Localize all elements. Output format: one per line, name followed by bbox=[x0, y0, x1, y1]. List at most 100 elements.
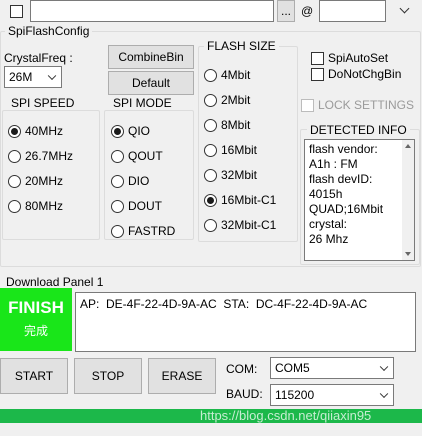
scroll-down-icon[interactable] bbox=[405, 252, 411, 256]
detected-info-textbox[interactable]: flash vendor: A1h : FM flash devID: 4015h QU… bbox=[304, 139, 415, 261]
flash-size-option-32mbit[interactable]: 32Mbit bbox=[204, 167, 257, 183]
spi-auto-set-label: SpiAutoSet bbox=[328, 51, 389, 65]
flash-size-radio[interactable] bbox=[204, 218, 217, 232]
erase-button[interactable]: ERASE bbox=[148, 358, 216, 394]
spi-mode-radio[interactable] bbox=[111, 149, 124, 163]
finish-status-text: FINISH bbox=[8, 298, 64, 317]
spi-mode-option-qout[interactable]: QOUT bbox=[111, 148, 163, 164]
chevron-down-icon bbox=[47, 71, 57, 81]
flash-size-option-label: 8Mbit bbox=[221, 118, 251, 132]
spi-speed-option-20mhz[interactable]: 20MHz bbox=[8, 173, 63, 189]
detected-info-title: DETECTED INFO bbox=[307, 123, 410, 137]
detected-info-line: 26 Mhz bbox=[309, 232, 349, 246]
detected-info-lines: flash vendor: A1h : FM flash devID: 4015h QU… bbox=[309, 142, 410, 247]
dropdown-arrow-icon[interactable] bbox=[396, 2, 414, 20]
flash-size-option-label: 16Mbit bbox=[221, 143, 258, 157]
spi-auto-set-checkbox-row[interactable]: SpiAutoSet bbox=[311, 50, 388, 66]
flash-size-option-16mbit[interactable]: 16Mbit bbox=[204, 142, 257, 158]
spi-mode-radio[interactable] bbox=[111, 224, 124, 238]
flash-size-option-16mbit-c1[interactable]: 16Mbit-C1 bbox=[204, 192, 276, 208]
mac-address-textbox[interactable]: AP: DE-4F-22-4D-9A-AC STA: DC-4F-22-4D-9… bbox=[75, 292, 416, 352]
chevron-down-icon bbox=[379, 389, 389, 399]
file-path-input[interactable] bbox=[30, 0, 274, 22]
spi-mode-option-dout[interactable]: DOUT bbox=[111, 198, 162, 214]
flash-size-option-label: 4Mbit bbox=[221, 68, 251, 82]
flash-size-option-label: 32Mbit-C1 bbox=[221, 218, 277, 232]
flash-size-option-label: 16Mbit-C1 bbox=[221, 193, 277, 207]
detected-info-line: 4015h bbox=[309, 187, 343, 201]
spi-speed-option-26-7mhz[interactable]: 26.7MHz bbox=[8, 148, 73, 164]
chevron-down-icon bbox=[379, 362, 389, 372]
finish-status-box: FINISH 完成 bbox=[0, 288, 72, 351]
spi-speed-option-80mhz[interactable]: 80MHz bbox=[8, 198, 63, 214]
flash-size-option-32mbit-c1[interactable]: 32Mbit-C1 bbox=[204, 217, 276, 233]
stop-button[interactable]: STOP bbox=[74, 358, 142, 394]
watermark-text: https://blog.csdn.net/qiiaxin95 bbox=[200, 408, 372, 423]
spi-mode-option-label: DIO bbox=[128, 174, 150, 188]
finish-status-sub: 完成 bbox=[23, 324, 48, 338]
lock-settings-checkbox-row: LOCK SETTINGS bbox=[301, 97, 414, 113]
detected-info-line: crystal: bbox=[309, 217, 348, 231]
lock-settings-label: LOCK SETTINGS bbox=[318, 98, 415, 112]
crystal-freq-select[interactable]: 26M bbox=[4, 66, 62, 88]
start-button[interactable]: START bbox=[0, 358, 68, 394]
flash-size-option-8mbit[interactable]: 8Mbit bbox=[204, 117, 250, 133]
spi-mode-option-fastrd[interactable]: FASTRD bbox=[111, 223, 175, 239]
lock-settings-checkbox bbox=[301, 98, 314, 112]
do-not-chg-bin-label: DoNotChgBin bbox=[328, 67, 402, 81]
com-port-select[interactable]: COM5 bbox=[270, 357, 394, 379]
flash-size-radio[interactable] bbox=[204, 68, 217, 82]
flash-size-radio[interactable] bbox=[204, 93, 217, 107]
spi-mode-option-label: QOUT bbox=[128, 149, 163, 163]
spi-mode-radio[interactable] bbox=[111, 174, 124, 188]
detected-info-scrollbar[interactable] bbox=[402, 140, 414, 260]
spi-mode-radio[interactable] bbox=[111, 124, 124, 138]
com-label: COM: bbox=[226, 362, 258, 376]
offset-input[interactable] bbox=[319, 0, 386, 22]
spi-speed-radio[interactable] bbox=[8, 174, 21, 188]
file-enable-checkbox[interactable] bbox=[10, 5, 23, 18]
spi-mode-title: SPI MODE bbox=[110, 96, 175, 110]
spi-mode-option-label: DOUT bbox=[128, 199, 162, 213]
at-label: @ bbox=[301, 4, 314, 18]
spi-speed-option-40mhz[interactable]: 40MHz bbox=[8, 123, 63, 139]
flash-size-option-4mbit[interactable]: 4Mbit bbox=[204, 67, 250, 83]
flash-size-radio[interactable] bbox=[204, 143, 217, 157]
do-not-chg-bin-checkbox[interactable] bbox=[311, 67, 324, 81]
flash-size-radio[interactable] bbox=[204, 168, 217, 182]
spi-speed-option-label: 80MHz bbox=[25, 199, 64, 213]
spi-speed-title: SPI SPEED bbox=[8, 96, 78, 110]
spi-mode-option-dio[interactable]: DIO bbox=[111, 173, 149, 189]
crystal-freq-label: CrystalFreq : bbox=[4, 51, 73, 65]
flash-size-radio[interactable] bbox=[204, 118, 217, 132]
scroll-up-icon[interactable] bbox=[405, 144, 411, 148]
spi-speed-radio[interactable] bbox=[8, 199, 21, 213]
detected-info-line: QUAD;16Mbit bbox=[309, 202, 384, 216]
spi-speed-radio[interactable] bbox=[8, 124, 21, 138]
do-not-chg-bin-checkbox-row[interactable]: DoNotChgBin bbox=[311, 66, 401, 82]
baud-label: BAUD: bbox=[226, 387, 263, 401]
detected-info-line: flash vendor: bbox=[309, 142, 378, 156]
spi-flash-config-title: SpiFlashConfig bbox=[5, 24, 93, 38]
spi-mode-option-label: FASTRD bbox=[128, 224, 176, 238]
spi-speed-option-label: 26.7MHz bbox=[25, 149, 74, 163]
spi-mode-option-label: QIO bbox=[128, 124, 151, 138]
flash-size-title: FLASH SIZE bbox=[204, 39, 279, 53]
flash-size-option-label: 2Mbit bbox=[221, 93, 251, 107]
spi-speed-option-label: 20MHz bbox=[25, 174, 64, 188]
flash-size-option-2mbit[interactable]: 2Mbit bbox=[204, 92, 250, 108]
baud-rate-select[interactable]: 115200 bbox=[270, 384, 394, 406]
download-panel-label: Download Panel 1 bbox=[6, 275, 104, 289]
detected-info-line: A1h : FM bbox=[309, 157, 358, 171]
spi-speed-option-label: 40MHz bbox=[25, 124, 64, 138]
spi-auto-set-checkbox[interactable] bbox=[311, 51, 324, 65]
top-bar: ... @ bbox=[0, 0, 422, 24]
default-button[interactable]: Default bbox=[108, 71, 194, 95]
spi-mode-option-qio[interactable]: QIO bbox=[111, 123, 150, 139]
browse-button[interactable]: ... bbox=[277, 0, 295, 22]
spi-mode-radio[interactable] bbox=[111, 199, 124, 213]
flash-size-option-label: 32Mbit bbox=[221, 168, 258, 182]
flash-size-radio[interactable] bbox=[204, 193, 217, 207]
combine-bin-button[interactable]: CombineBin bbox=[108, 45, 194, 69]
spi-speed-radio[interactable] bbox=[8, 149, 21, 163]
